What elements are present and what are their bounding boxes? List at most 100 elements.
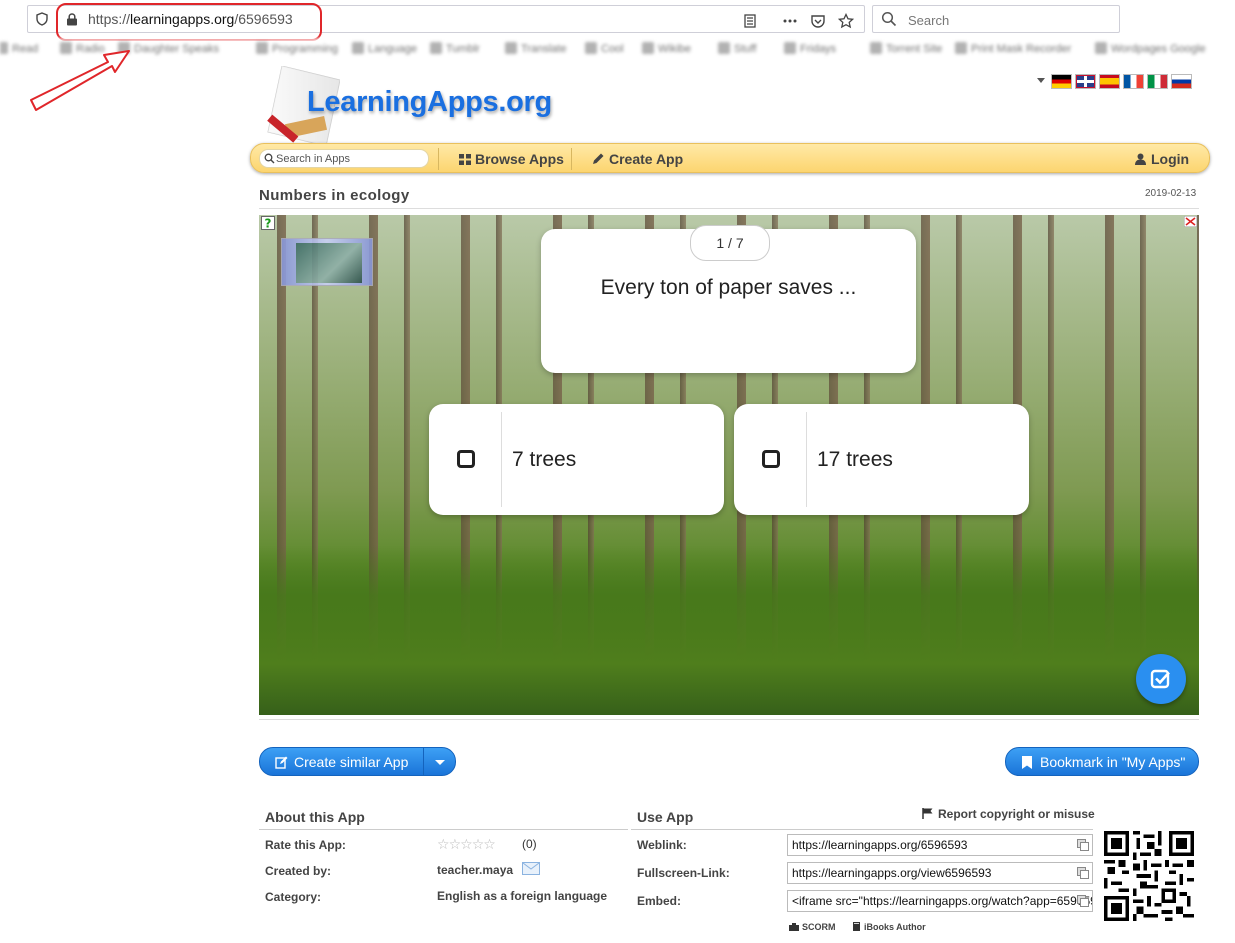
fullscreen-link-field[interactable]: https://learningapps.org/view6596593 (787, 862, 1093, 884)
author-link[interactable]: teacher.maya (437, 863, 513, 877)
star-icon[interactable]: ☆ (449, 836, 462, 852)
category-value[interactable]: English as a foreign language (437, 889, 607, 903)
mail-icon[interactable] (522, 862, 540, 875)
star-icon[interactable]: ☆ (472, 836, 485, 852)
bookmark-star-icon[interactable] (838, 13, 854, 29)
report-link[interactable]: Report copyright or misuse (922, 807, 1095, 821)
bookmark-item[interactable]: Language (352, 42, 417, 56)
lock-icon[interactable] (66, 13, 78, 26)
check-answer-button[interactable] (1136, 654, 1186, 704)
app-search-input[interactable]: Search in Apps (259, 149, 429, 168)
answer-divider (501, 412, 502, 507)
book-icon (853, 922, 860, 931)
star-icon[interactable]: ☆ (460, 836, 473, 852)
help-icon[interactable]: ? (261, 216, 275, 230)
rating-stars[interactable]: ☆☆☆☆☆ (437, 836, 496, 853)
bookmark-item[interactable]: Translate (505, 42, 566, 56)
bookmark-item[interactable]: Print Mask Recorder (955, 42, 1071, 56)
copy-icon[interactable] (1077, 839, 1089, 851)
language-dropdown-icon[interactable] (1037, 78, 1045, 83)
flag-en-icon[interactable] (1075, 74, 1096, 89)
question-counter: 1 / 7 (690, 225, 770, 261)
pencil-icon (593, 153, 604, 164)
more-actions-icon[interactable] (782, 13, 798, 29)
create-similar-app-button[interactable]: Create similar App (259, 747, 456, 776)
rate-label: Rate this App: (265, 838, 346, 852)
star-icon[interactable]: ☆ (483, 836, 496, 852)
bookmark-item[interactable]: Fridays (784, 42, 836, 56)
qr-code (1104, 831, 1194, 921)
embed-field[interactable]: <iframe src="https://learningapps.org/wa… (787, 890, 1093, 912)
answer-divider (806, 412, 807, 507)
browse-apps-link[interactable]: Browse Apps (459, 151, 564, 167)
red-arrow-annotation (30, 50, 130, 111)
login-link[interactable]: Login (1135, 151, 1189, 167)
bookmark-item[interactable]: Daughter Speaks (118, 42, 219, 56)
flag-fr-icon[interactable] (1123, 74, 1144, 89)
bookmark-item[interactable]: Programming (256, 42, 338, 56)
bookmark-item[interactable]: Cool (585, 42, 624, 56)
rating-count: (0) (522, 837, 537, 851)
pocket-icon[interactable] (810, 13, 826, 29)
about-heading: About this App (265, 809, 365, 825)
dropdown-caret-icon[interactable] (435, 760, 445, 765)
use-app-heading: Use App (637, 809, 694, 825)
divider (259, 719, 1199, 720)
answer-label: 17 trees (817, 448, 893, 471)
embed-label: Embed: (637, 894, 682, 908)
create-app-link[interactable]: Create App (592, 151, 683, 167)
star-icon[interactable]: ☆ (437, 836, 450, 852)
ibooks-author-link[interactable]: iBooks Author (852, 922, 926, 932)
copy-icon[interactable] (1077, 895, 1089, 907)
fullscreen-icon[interactable] (1184, 216, 1197, 227)
created-by-label: Created by: (265, 864, 332, 878)
question-text: Every ton of paper saves ... (600, 276, 857, 299)
flag-de-icon[interactable] (1051, 74, 1072, 89)
browser-search-box[interactable]: Search (872, 5, 1120, 33)
flag-ru-icon[interactable] (1171, 74, 1192, 89)
bookmark-item[interactable]: Stuff (718, 42, 756, 56)
flag-icon (922, 808, 933, 819)
bookmark-item[interactable]: Tumblr (430, 42, 480, 56)
checkbox-icon[interactable] (762, 450, 780, 468)
app-date: 2019-02-13 (1145, 188, 1197, 199)
bookmark-my-apps-button[interactable]: Bookmark in "My Apps" (1005, 747, 1199, 776)
divider (631, 829, 1093, 830)
bookmark-item[interactable]: Torrent Site (870, 42, 942, 56)
app-search-placeholder: Search in Apps (276, 153, 350, 165)
copy-icon[interactable] (1077, 867, 1089, 879)
scorm-link[interactable]: SCORM (789, 922, 836, 932)
answer-option[interactable]: 17 trees (734, 404, 1029, 515)
category-label: Category: (265, 890, 322, 904)
svg-text:?: ? (265, 217, 272, 231)
checkbox-icon[interactable] (457, 450, 475, 468)
bookmark-item[interactable]: Wikibe (642, 42, 691, 56)
edit-icon (275, 756, 288, 769)
browser-toolbar: https://learningapps.org/6596593 Search (0, 0, 1235, 41)
check-square-icon (1150, 669, 1170, 689)
weblink-field[interactable]: https://learningapps.org/6596593 (787, 834, 1093, 856)
nav-divider (438, 148, 439, 170)
divider (259, 208, 1199, 209)
site-navbar: Search in Apps Browse Apps Create App Lo… (250, 143, 1210, 173)
flag-it-icon[interactable] (1147, 74, 1168, 89)
reader-view-icon[interactable] (742, 13, 758, 29)
answer-option[interactable]: 7 trees (429, 404, 724, 515)
shield-icon[interactable] (36, 12, 48, 26)
url-text[interactable]: https://learningapps.org/6596593 (88, 11, 293, 27)
bookmark-icon (1022, 756, 1032, 769)
weblink-label: Weblink: (637, 838, 687, 852)
grid-icon (459, 154, 471, 165)
app-thumbnail[interactable] (281, 238, 373, 286)
browser-search-placeholder: Search (908, 13, 950, 28)
bookmarks-bar: Read Radio Daughter Speaks Programming L… (0, 38, 1235, 60)
search-icon (881, 11, 897, 27)
forest-floor (259, 545, 1199, 715)
page-title: Numbers in ecology (259, 187, 410, 204)
bookmark-item[interactable]: Wordpages Google (1095, 42, 1206, 56)
nav-divider (571, 148, 572, 170)
divider (259, 829, 628, 830)
site-logo[interactable]: LearningApps.org (307, 86, 552, 119)
url-bar[interactable]: https://learningapps.org/6596593 (27, 5, 865, 33)
flag-es-icon[interactable] (1099, 74, 1120, 89)
